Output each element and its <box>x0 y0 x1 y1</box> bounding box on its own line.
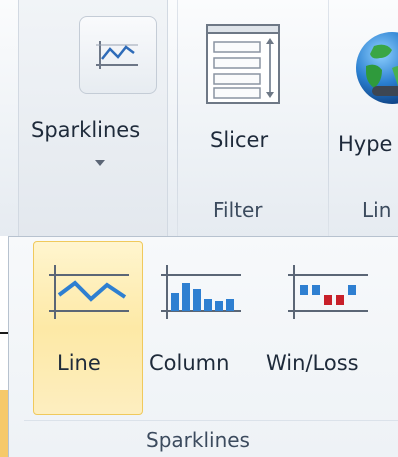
chevron-down-icon[interactable] <box>95 160 105 166</box>
sparkline-icon <box>79 16 157 94</box>
column-sparkline-button[interactable]: Column <box>145 241 257 415</box>
line-sparkline-icon <box>45 261 131 323</box>
group-separator <box>328 0 329 236</box>
popup-separator <box>24 420 398 421</box>
win-loss-sparkline-label: Win/Loss <box>266 351 359 375</box>
line-sparkline-button[interactable]: Line <box>33 241 143 415</box>
win-loss-sparkline-icon <box>284 261 370 323</box>
globe-icon <box>352 28 398 108</box>
column-sparkline-label: Column <box>149 351 230 375</box>
win-loss-sparkline-button[interactable]: Win/Loss <box>262 241 398 415</box>
column-sparkline-icon <box>157 261 243 323</box>
group-label-sparklines: Sparklines <box>146 428 250 452</box>
group-separator <box>177 0 178 236</box>
group-label-links: Lin <box>362 198 392 222</box>
sparklines-button-label: Sparklines <box>31 118 141 142</box>
hyperlink-button-label: Hype <box>338 132 393 156</box>
slicer-icon <box>204 22 282 106</box>
sparklines-button[interactable]: Sparklines <box>18 0 168 236</box>
selected-cell-edge <box>0 390 8 457</box>
slicer-button[interactable]: Slicer <box>190 14 310 164</box>
slicer-button-label: Slicer <box>210 128 269 152</box>
cell-border <box>0 332 8 334</box>
hyperlink-button[interactable]: Hype <box>334 14 398 164</box>
line-sparkline-label: Line <box>57 351 101 375</box>
group-label-filter: Filter <box>213 198 263 222</box>
